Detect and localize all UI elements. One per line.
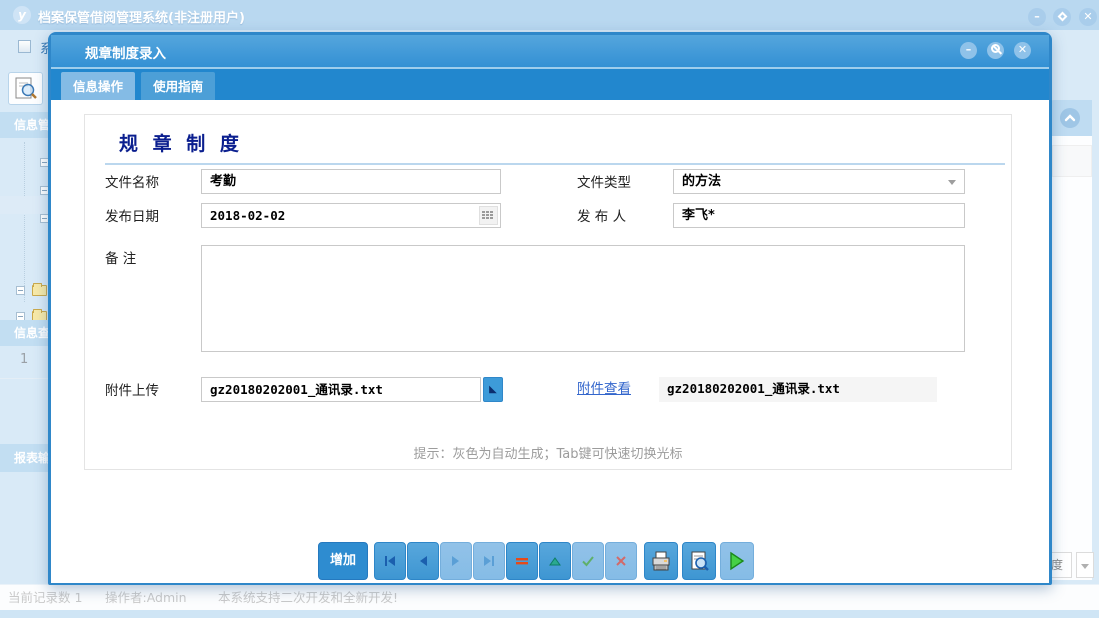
preview-toolbar-button[interactable] [8, 72, 43, 105]
dialog-content: 规 章 制 度 文件名称 考勤 文件类型 的方法 发布日期 2018-02-02 [51, 100, 1049, 583]
sidebar-panel-info-manage[interactable]: 信息管 [0, 112, 48, 138]
last-record-button[interactable] [473, 542, 505, 580]
x-icon [615, 555, 627, 567]
dialog-restore-button[interactable] [987, 42, 1004, 59]
sidebar-panel-report-output[interactable]: 报表输 [0, 444, 48, 472]
file-type-select[interactable]: 的方法 [673, 169, 965, 194]
attachment-upload-label: 附件上传 [105, 379, 201, 403]
main-window-title: 档案保管借阅管理系统(非注册用户) [38, 7, 245, 26]
cancel-record-button[interactable] [605, 542, 637, 580]
maximize-icon [1057, 12, 1067, 22]
edit-icon [548, 556, 562, 567]
publish-date-value: 2018-02-02 [210, 208, 285, 223]
prior-record-icon [417, 555, 429, 567]
run-button[interactable] [720, 542, 754, 580]
status-operator: 操作者:Admin [105, 585, 187, 610]
upload-button[interactable]: ◣ [483, 377, 503, 402]
bottom-strip [0, 610, 1099, 618]
form-panel: 规 章 制 度 文件名称 考勤 文件类型 的方法 发布日期 2018-02-02 [84, 114, 1012, 470]
attachment-upload-input[interactable]: gz20180202001_通讯录.txt [201, 377, 481, 402]
edit-record-button[interactable] [539, 542, 571, 580]
calendar-icon [480, 207, 497, 224]
upload-icon: ◣ [489, 384, 497, 395]
tab-user-guide[interactable]: 使用指南 [141, 72, 215, 102]
form-heading: 规 章 制 度 [105, 125, 1005, 165]
play-icon [728, 551, 746, 571]
first-record-button[interactable] [374, 542, 406, 580]
calendar-picker-button[interactable] [479, 206, 498, 225]
prior-record-button[interactable] [407, 542, 439, 580]
print-preview-icon [688, 550, 710, 572]
dialog-titlebar: 规章制度录入 – ✕ [51, 35, 1049, 67]
add-button[interactable]: 增加 [318, 542, 368, 580]
publish-date-label: 发布日期 [105, 205, 201, 229]
folder-icon[interactable] [32, 285, 47, 296]
tree-expand-icon[interactable] [16, 286, 25, 295]
main-maximize-button[interactable] [1053, 8, 1071, 26]
remark-label: 备 注 [105, 247, 201, 271]
rules-entry-dialog: 规章制度录入 – ✕ 信息操作 使用指南 规 章 制 度 文件名称 考勤 文件类… [48, 32, 1052, 585]
tab-info-operation[interactable]: 信息操作 [61, 72, 135, 102]
publisher-label: 发 布 人 [577, 205, 673, 229]
delete-icon [515, 556, 529, 566]
file-type-label: 文件类型 [577, 171, 673, 195]
form-hint: 提示：灰色为自动生成；Tab键可快速切换光标 [85, 443, 1011, 462]
sidebar-panel-info-query[interactable]: 信息查 [0, 320, 48, 346]
dialog-minimize-button[interactable]: – [960, 42, 977, 59]
chevron-up-icon [1064, 113, 1076, 123]
tree-selected-row[interactable] [0, 196, 48, 214]
status-bar: 当前记录数 1 操作者:Admin 本系统支持二次开发和全新开发! [0, 584, 1099, 610]
dialog-tabbar: 信息操作 使用指南 [51, 67, 1049, 100]
next-record-icon [450, 555, 462, 567]
file-name-label: 文件名称 [105, 171, 201, 195]
grid-row-number: 1 [20, 352, 28, 367]
right-panel-body [1050, 136, 1092, 580]
dialog-title: 规章制度录入 [85, 42, 166, 62]
printer-icon [650, 550, 672, 572]
tree-dotted-line [24, 142, 25, 302]
main-titlebar: y 档案保管借阅管理系统(非注册用户) – ✕ [0, 0, 1099, 30]
print-preview-button[interactable] [682, 542, 716, 580]
chevron-down-icon [948, 180, 956, 189]
status-message: 本系统支持二次开发和全新开发! [218, 585, 398, 610]
status-record-count: 当前记录数 1 [8, 585, 82, 610]
main-close-button[interactable]: ✕ [1079, 8, 1097, 26]
attachment-view-value: gz20180202001_通讯录.txt [659, 377, 937, 402]
print-button[interactable] [644, 542, 678, 580]
dialog-close-button[interactable]: ✕ [1014, 42, 1031, 59]
post-record-button[interactable] [572, 542, 604, 580]
collapse-panel-button[interactable] [1060, 108, 1080, 128]
first-record-icon [383, 555, 397, 567]
preview-icon [13, 76, 39, 101]
check-icon [581, 555, 595, 567]
delete-record-button[interactable] [506, 542, 538, 580]
restore-icon [991, 44, 1000, 53]
combo-dropdown-button[interactable] [1076, 552, 1094, 578]
remark-textarea[interactable] [201, 245, 965, 352]
last-record-icon [482, 555, 496, 567]
next-record-button[interactable] [440, 542, 472, 580]
main-minimize-button[interactable]: – [1028, 8, 1046, 26]
menu-checkbox[interactable] [18, 40, 31, 53]
publish-date-input[interactable]: 2018-02-02 [201, 203, 501, 228]
file-name-input[interactable]: 考勤 [201, 169, 501, 194]
publisher-input[interactable]: 李飞* [673, 203, 965, 228]
right-panel-field [1052, 145, 1092, 177]
divider [0, 378, 48, 379]
attachment-view-link[interactable]: 附件查看 [577, 377, 631, 401]
app-logo: y [13, 6, 31, 24]
file-type-value: 的方法 [682, 174, 721, 189]
